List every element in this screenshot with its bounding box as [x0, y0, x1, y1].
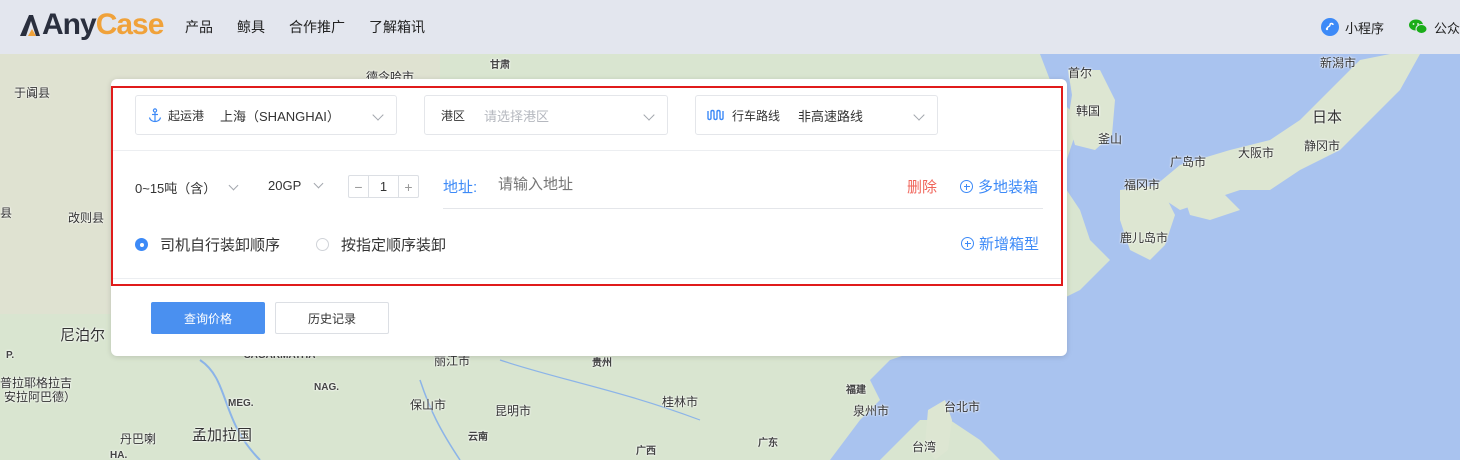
radio-specified-order-label: 按指定顺序装卸	[341, 237, 447, 254]
map-label-yutian: 于阗县	[14, 86, 51, 100]
map-label-daban: 大阪市	[1238, 146, 1275, 160]
port-area-placeholder: 请选择港区	[484, 108, 550, 124]
plus-circle-icon	[961, 237, 974, 250]
origin-port-label: 起运港	[168, 108, 205, 123]
increment-button[interactable]: +	[399, 176, 418, 197]
map-label-nepal: 尼泊尔	[60, 327, 106, 344]
container-type-value: 20GP	[268, 178, 302, 193]
wechat-icon	[1408, 18, 1428, 36]
map-label-ganshu: 甘肃	[490, 60, 510, 71]
quantity-input[interactable]: 1	[368, 176, 399, 197]
origin-port-value: 上海（SHANGHAI）	[220, 108, 340, 124]
map-label-ha: HA.	[110, 450, 128, 460]
map-label-p: P.	[6, 350, 15, 361]
map-label-nag: NAG.	[314, 382, 339, 393]
map-label-xinxi: 新潟市	[1320, 56, 1357, 70]
chevron-down-icon	[913, 109, 925, 121]
route-label: 行车路线	[732, 108, 781, 123]
delete-link[interactable]: 删除	[907, 176, 937, 197]
multi-load-link[interactable]: 多地装箱	[960, 176, 1038, 197]
address-underline	[443, 208, 1043, 209]
multi-load-label: 多地装箱	[978, 179, 1039, 196]
chevron-down-icon	[643, 109, 655, 121]
map-label-riben: 日本	[1312, 109, 1343, 126]
add-container-label: 新增箱型	[979, 236, 1040, 253]
logo-any-text: Any	[42, 8, 97, 41]
map-label-guangdong: 广东	[758, 438, 778, 449]
map-label-guangxi: 广西	[636, 446, 656, 457]
top-header: Any Case 产品 鲸具 合作推广 了解箱讯 小程序 公众	[0, 0, 1460, 54]
map-label-yunnan: 云南	[468, 432, 488, 443]
header-right: 小程序 公众	[1320, 0, 1460, 54]
map-label-taibei: 台北市	[944, 400, 981, 414]
history-button[interactable]: 历史记录	[275, 302, 389, 334]
map-label-busan: 釜山	[1098, 132, 1123, 146]
radio-dot	[135, 238, 148, 251]
map-label-jinggang: 静冈市	[1304, 139, 1341, 153]
map-label-shouer: 首尔	[1068, 66, 1093, 80]
nav-item-products[interactable]: 产品	[185, 17, 213, 37]
map-label-allahabad: 安拉阿巴德）	[4, 390, 77, 404]
address-input[interactable]	[498, 176, 878, 193]
chevron-down-icon	[313, 178, 324, 189]
map-label-fujian: 福建	[846, 385, 866, 396]
map-label-guangdao: 广岛市	[1170, 155, 1207, 169]
logo-case-text: Case	[95, 8, 165, 41]
weight-value: 0~15吨（含）	[135, 181, 217, 196]
route-select[interactable]: 行车路线 非高速路线	[695, 95, 938, 135]
nav-item-tools[interactable]: 鲸具	[237, 17, 265, 37]
origin-port-select[interactable]: 起运港 上海（SHANGHAI）	[135, 95, 397, 135]
wechat-link[interactable]: 公众	[1408, 18, 1460, 37]
map-label-taiwan: 台湾	[912, 440, 937, 454]
wechat-label: 公众	[1433, 20, 1460, 36]
route-icon	[706, 108, 726, 122]
radio-driver-order[interactable]: 司机自行装卸顺序	[135, 234, 280, 255]
plus-circle-icon	[960, 180, 973, 193]
radio-driver-order-label: 司机自行装卸顺序	[160, 237, 281, 254]
divider	[113, 150, 1061, 151]
query-price-button[interactable]: 查询价格	[151, 302, 265, 334]
mini-program-icon	[1320, 18, 1339, 36]
map-label-quanzhou: 泉州市	[853, 404, 890, 418]
port-area-label: 港区	[441, 108, 466, 123]
map-label-gaize: 改则县	[68, 211, 105, 225]
map-label-guilin: 桂林市	[662, 395, 699, 409]
add-container-link[interactable]: 新增箱型	[961, 233, 1039, 254]
logo-a-mark-icon	[18, 12, 42, 38]
map-label-kunming: 昆明市	[495, 404, 532, 418]
address-label: 地址:	[443, 179, 478, 196]
chevron-down-icon	[372, 109, 384, 121]
map-label-luerdao: 鹿儿岛市	[1120, 231, 1169, 245]
quantity-stepper: − 1 +	[348, 175, 419, 198]
map-label-danbara: 丹巴喇	[120, 432, 157, 446]
weight-select[interactable]: 0~15吨（含）	[135, 178, 239, 197]
anycase-logo[interactable]: Any Case	[18, 8, 165, 42]
main-nav: 产品 鲸具 合作推广 了解箱讯	[185, 0, 425, 54]
mini-program-link[interactable]: 小程序	[1320, 18, 1384, 37]
nav-item-partnership[interactable]: 合作推广	[289, 17, 345, 37]
radio-specified-order[interactable]: 按指定顺序装卸	[316, 234, 446, 255]
radio-dot	[316, 238, 329, 251]
decrement-button[interactable]: −	[349, 176, 368, 197]
map-label-baoshan: 保山市	[410, 398, 447, 412]
route-value: 非高速路线	[798, 108, 864, 124]
mini-program-label: 小程序	[1344, 20, 1384, 36]
map-label-bangladesh: 孟加拉国	[192, 427, 253, 444]
map-label-hanguo: 韩国	[1076, 104, 1101, 118]
divider	[113, 278, 1061, 279]
map-label-meg: MEG.	[228, 398, 254, 409]
chevron-down-icon	[228, 180, 239, 191]
anchor-icon	[148, 107, 162, 123]
map-label-guizhou: 贵州	[592, 358, 612, 369]
map-label-xian: 县	[0, 206, 13, 220]
nav-item-about[interactable]: 了解箱讯	[369, 17, 425, 37]
port-area-select[interactable]: 港区 请选择港区	[424, 95, 668, 135]
container-type-select[interactable]: 20GP	[268, 178, 324, 193]
map-label-fugang: 福冈市	[1124, 178, 1161, 192]
